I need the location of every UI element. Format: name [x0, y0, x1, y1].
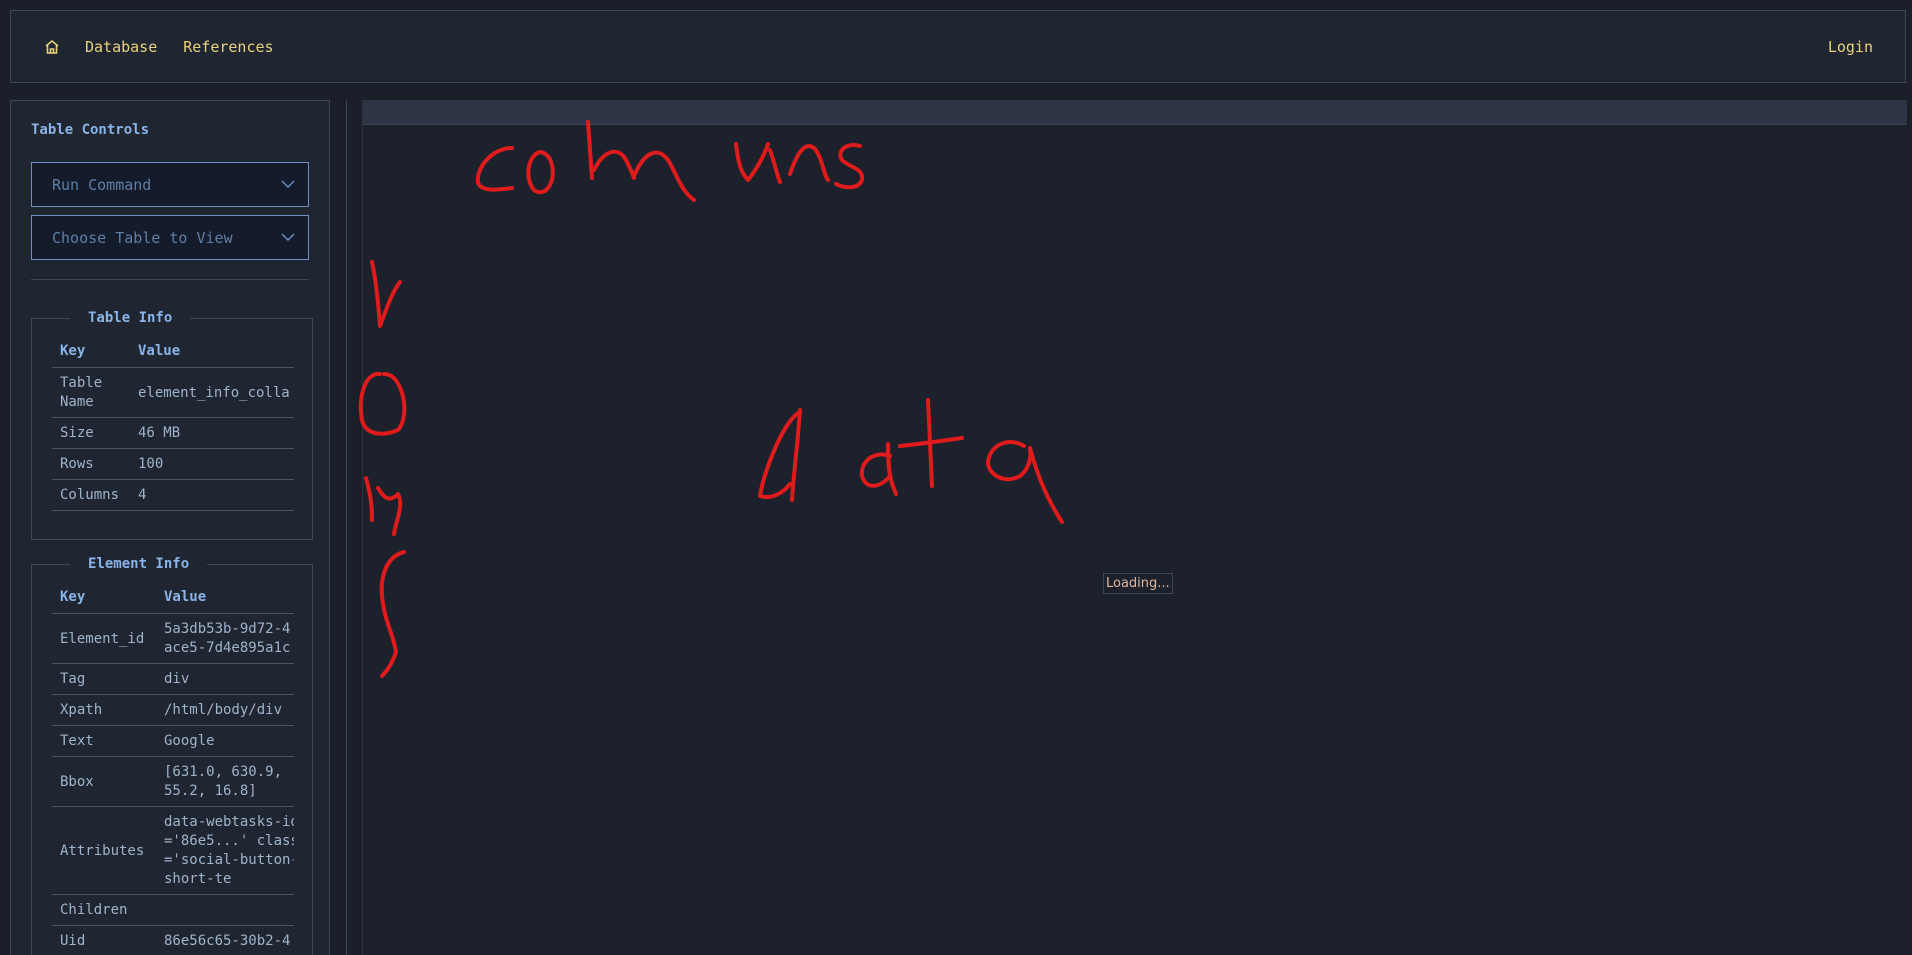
table-info-key: Size	[52, 417, 130, 449]
table-info-key: Columns	[52, 479, 130, 511]
table-row: Bbox [631.0, 630.9, 55.2, 16.8]	[52, 756, 294, 807]
chevron-down-icon	[281, 233, 295, 242]
loading-indicator: Loading...	[1103, 573, 1173, 594]
element-info-value: data-webtasks-id='86e5...' class='social…	[156, 806, 294, 895]
table-row: Columns 4	[52, 479, 294, 511]
choose-table-select[interactable]: Choose Table to View	[31, 215, 309, 260]
table-row: Table Name element_info_colla	[52, 367, 294, 418]
table-info-table: Key Value Table Name element_info_colla …	[52, 339, 294, 511]
panel-separator[interactable]	[346, 100, 347, 955]
table-row: Element_id 5a3db53b-9d72-4 ace5-7d4e895a…	[52, 613, 294, 664]
element-info-key: Tag	[52, 663, 156, 695]
element-info-key: Text	[52, 725, 156, 757]
table-row: Attributes data-webtasks-id='86e5...' cl…	[52, 806, 294, 895]
table-row: Text Google	[52, 725, 294, 757]
element-info-key: Bbox	[52, 756, 156, 807]
table-info-value-header: Value	[130, 339, 294, 368]
sidebar-title: Table Controls	[31, 122, 150, 138]
home-icon[interactable]	[43, 38, 61, 56]
element-info-value-header: Value	[156, 585, 294, 614]
table-row: Size 46 MB	[52, 417, 294, 449]
element-info-value	[156, 894, 294, 926]
element-info-value: 5a3db53b-9d72-4 ace5-7d4e895a1c	[156, 613, 294, 664]
element-info-value: div	[156, 663, 294, 695]
nav-link-references[interactable]: References	[183, 38, 273, 56]
choose-table-placeholder: Choose Table to View	[52, 228, 233, 247]
table-info-legend: Table Info	[88, 310, 173, 326]
table-row: Uid 86e56c65-30b2-4	[52, 925, 294, 955]
login-link[interactable]: Login	[1828, 38, 1873, 56]
table-row: Tag div	[52, 663, 294, 695]
table-info-key-header: Key	[52, 339, 130, 368]
sidebar-divider	[31, 279, 309, 280]
element-info-panel: Element Info Key Value Element_id 5a3db5…	[31, 556, 313, 955]
element-info-key: Element_id	[52, 613, 156, 664]
table-info-value: element_info_colla	[130, 367, 294, 418]
table-info-value: 4	[130, 479, 294, 511]
element-info-value: 86e56c65-30b2-4	[156, 925, 294, 955]
top-navbar: Database References Login	[10, 10, 1906, 83]
sidebar: Table Controls Run Command Choose Table …	[10, 100, 330, 955]
nav-link-database[interactable]: Database	[85, 38, 157, 56]
table-info-value: 100	[130, 448, 294, 480]
element-info-key-header: Key	[52, 585, 156, 614]
element-info-key: Uid	[52, 925, 156, 955]
element-info-value: [631.0, 630.9, 55.2, 16.8]	[156, 756, 294, 807]
data-grid-area: Loading...	[362, 100, 1907, 955]
element-info-key: Attributes	[52, 806, 156, 895]
element-info-key: Xpath	[52, 694, 156, 726]
table-row: Rows 100	[52, 448, 294, 480]
run-command-select[interactable]: Run Command	[31, 162, 309, 207]
run-command-placeholder: Run Command	[52, 175, 152, 194]
chevron-down-icon	[281, 180, 295, 189]
table-row: Children	[52, 894, 294, 926]
table-info-value: 46 MB	[130, 417, 294, 449]
element-info-value: Google	[156, 725, 294, 757]
table-info-key: Rows	[52, 448, 130, 480]
table-info-panel: Table Info Key Value Table Name element_…	[31, 310, 313, 540]
element-info-legend: Element Info	[88, 556, 190, 572]
table-info-key: Table Name	[52, 367, 130, 418]
element-info-value: /html/body/div	[156, 694, 294, 726]
element-info-key: Children	[52, 894, 156, 926]
column-header-bar	[363, 100, 1907, 125]
element-info-table: Key Value Element_id 5a3db53b-9d72-4 ace…	[52, 585, 294, 955]
table-row: Xpath /html/body/div	[52, 694, 294, 726]
